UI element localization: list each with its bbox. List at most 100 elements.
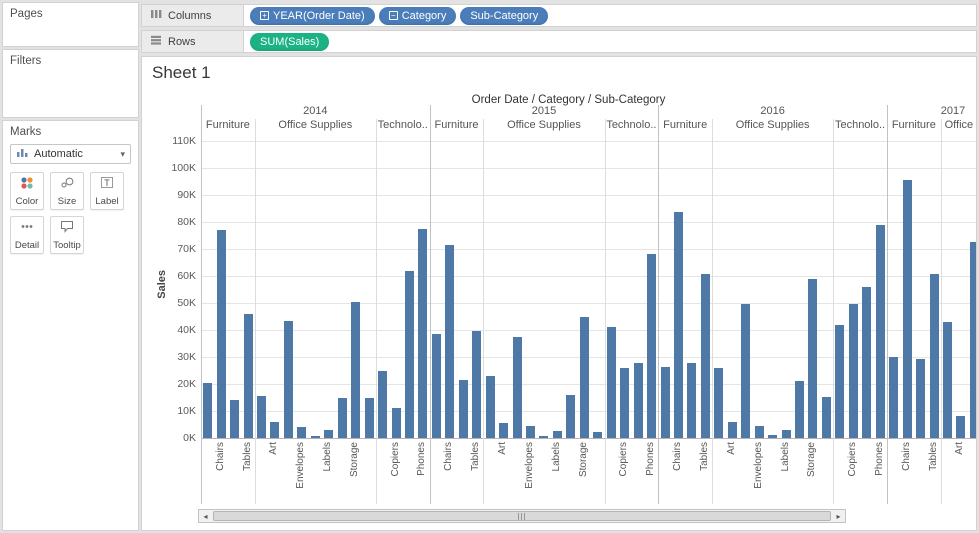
marks-button-grid: Color Size T Label Detail (10, 172, 130, 254)
bar-2015-phones[interactable] (647, 254, 656, 438)
columns-pills: + YEAR(Order Date) − Category Sub-Catego… (244, 5, 548, 26)
bar-2016-bookcases[interactable] (661, 367, 670, 438)
y-axis-tick: 40K (168, 324, 196, 336)
bar-2014-envelopes[interactable] (297, 427, 306, 438)
pill-sum-sales[interactable]: SUM(Sales) (250, 33, 329, 51)
bar-2014-art[interactable] (270, 422, 279, 438)
year-separator (887, 105, 888, 504)
bar-2015-binders[interactable] (513, 337, 522, 438)
tooltip-button[interactable]: Tooltip (50, 216, 84, 254)
bar-2015-furnishings[interactable] (459, 380, 468, 438)
bar-2015-envelopes[interactable] (526, 426, 535, 438)
bar-2017-tables[interactable] (930, 274, 939, 438)
x-axis-label-phones: Phones (874, 442, 887, 476)
bar-2014-copiers[interactable] (392, 408, 401, 438)
pages-panel[interactable]: Pages (2, 2, 139, 47)
bar-2014-accessories[interactable] (378, 371, 387, 438)
bar-2015-tables[interactable] (472, 331, 481, 438)
bar-2015-bookcases[interactable] (432, 334, 441, 438)
size-button[interactable]: Size (50, 172, 84, 210)
bar-2015-labels[interactable] (553, 431, 562, 438)
bar-2014-furnishings[interactable] (230, 400, 239, 438)
bar-2014-chairs[interactable] (217, 230, 226, 438)
x-axis-label-labels: Labels (551, 442, 564, 471)
pill-year-order-date[interactable]: + YEAR(Order Date) (250, 7, 375, 25)
pill-sub-category[interactable]: Sub-Category (460, 7, 548, 25)
bar-2016-envelopes[interactable] (755, 426, 764, 438)
x-axis-label-tables: Tables (928, 442, 941, 471)
bar-2014-appliances[interactable] (257, 396, 266, 438)
y-axis-tick: 80K (168, 216, 196, 228)
bar-2016-paper[interactable] (795, 381, 804, 438)
scroll-left-arrow[interactable]: ◂ (199, 510, 212, 522)
mark-type-dropdown[interactable]: Automatic ▾ (10, 144, 131, 164)
expand-icon[interactable]: + (260, 11, 269, 20)
bar-2017-chairs[interactable] (903, 180, 912, 438)
color-button[interactable]: Color (10, 172, 44, 210)
bar-2016-accessories[interactable] (835, 325, 844, 438)
label-button[interactable]: T Label (90, 172, 124, 210)
pill-category[interactable]: − Category (379, 7, 457, 25)
bar-2017-appliances[interactable] (943, 322, 952, 438)
rows-shelf-label: Rows (168, 36, 196, 48)
bar-2015-supplies[interactable] (593, 432, 602, 438)
bar-2016-fasteners[interactable] (768, 435, 777, 438)
x-axis-label-copiers: Copiers (847, 442, 860, 476)
bar-2016-tables[interactable] (701, 274, 710, 438)
bar-2014-storage[interactable] (351, 302, 360, 438)
sheet-title: Sheet 1 (152, 63, 211, 83)
rows-shelf[interactable]: Rows SUM(Sales) (141, 30, 977, 53)
bar-2014-binders[interactable] (284, 321, 293, 438)
scrollbar-thumb[interactable] (213, 511, 831, 521)
scrollbar-track[interactable] (212, 510, 832, 522)
bar-2015-fasteners[interactable] (539, 436, 548, 438)
bar-2016-binders[interactable] (741, 304, 750, 438)
scroll-right-arrow[interactable]: ▸ (832, 510, 845, 522)
bar-2014-bookcases[interactable] (203, 383, 212, 438)
bar-2016-phones[interactable] (876, 225, 885, 438)
bar-2016-labels[interactable] (782, 430, 791, 438)
x-axis-label-storage: Storage (806, 442, 819, 477)
bar-2015-chairs[interactable] (445, 245, 454, 438)
bar-2016-supplies[interactable] (822, 397, 831, 438)
bar-2014-supplies[interactable] (365, 398, 374, 438)
collapse-icon[interactable]: − (389, 11, 398, 20)
bar-2016-furnishings[interactable] (687, 363, 696, 439)
bar-2017-binders[interactable] (970, 242, 977, 438)
bar-2014-phones[interactable] (418, 229, 427, 438)
bar-2016-machines[interactable] (862, 287, 871, 438)
detail-button[interactable]: Detail (10, 216, 44, 254)
bar-2017-bookcases[interactable] (889, 357, 898, 438)
pages-title: Pages (3, 3, 138, 23)
gridline-80K (201, 222, 977, 223)
horizontal-scrollbar[interactable]: ◂ ▸ (198, 509, 846, 523)
bar-2016-copiers[interactable] (849, 304, 858, 438)
bar-2014-labels[interactable] (324, 430, 333, 438)
y-axis-tick: 70K (168, 243, 196, 255)
bar-2015-storage[interactable] (580, 317, 589, 438)
bar-2015-art[interactable] (499, 423, 508, 438)
bar-2017-furnishings[interactable] (916, 359, 925, 438)
bar-2014-paper[interactable] (338, 398, 347, 438)
columns-shelf[interactable]: Columns + YEAR(Order Date) − Category Su… (141, 4, 977, 27)
bar-2016-appliances[interactable] (714, 368, 723, 438)
bar-2015-appliances[interactable] (486, 376, 495, 438)
bar-2014-machines[interactable] (405, 271, 414, 438)
y-axis-tick: 0K (168, 432, 196, 444)
bar-2015-paper[interactable] (566, 395, 575, 438)
bar-2016-art[interactable] (728, 422, 737, 438)
rows-pills: SUM(Sales) (244, 31, 329, 52)
chevron-down-icon: ▾ (120, 149, 125, 160)
bar-2014-fasteners[interactable] (311, 436, 320, 438)
bar-2015-machines[interactable] (634, 363, 643, 439)
bar-2014-tables[interactable] (244, 314, 253, 438)
bar-2016-storage[interactable] (808, 279, 817, 438)
filters-panel[interactable]: Filters (2, 49, 139, 118)
bar-2017-art[interactable] (956, 416, 965, 438)
x-axis-label-phones: Phones (416, 442, 429, 476)
bar-2015-copiers[interactable] (620, 368, 629, 438)
y-axis-tick: 10K (168, 405, 196, 417)
bar-2016-chairs[interactable] (674, 212, 683, 439)
pill-label: Category (402, 10, 447, 22)
bar-2015-accessories[interactable] (607, 327, 616, 438)
